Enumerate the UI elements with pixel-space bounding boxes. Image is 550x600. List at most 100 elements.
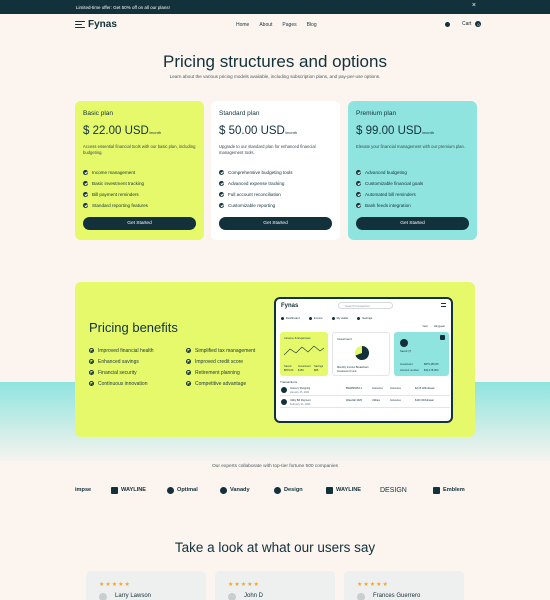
benefit-item: Enhanced savings xyxy=(89,356,154,367)
check-icon xyxy=(83,192,88,197)
cart-count-badge: 0 xyxy=(475,21,482,27)
plan-features: Comprehensive budgeting tools Advanced e… xyxy=(219,167,332,211)
benefits-list-left: Improved financial health Enhanced savin… xyxy=(89,345,154,389)
logo-icon xyxy=(75,20,85,29)
plan-name: Premium plan xyxy=(356,110,397,117)
check-icon xyxy=(89,359,94,364)
brand-name: Fynas xyxy=(88,19,117,30)
avatar xyxy=(281,399,287,405)
check-icon xyxy=(186,359,191,364)
avatar xyxy=(357,593,365,600)
period-selector: Year Hingyear xyxy=(422,324,445,328)
plan-name: Basic plan xyxy=(83,110,113,117)
optimal-icon xyxy=(167,486,174,494)
wayline-icon xyxy=(326,486,333,494)
partner-logo: Optimal xyxy=(167,484,198,496)
plan-description: Upgrade to our standard plan for enhance… xyxy=(219,144,316,155)
plan-period: /month xyxy=(284,130,298,135)
nav-link-blog[interactable]: Blog xyxy=(307,22,317,28)
partner-logos: impse WAYLINE Optimal Vanady Design WAYL… xyxy=(75,484,475,496)
check-icon xyxy=(83,181,88,186)
get-started-button[interactable]: Get Started xyxy=(219,217,332,230)
nav-link-about[interactable]: About xyxy=(259,22,272,28)
feature-item: Standard reporting features xyxy=(83,200,196,211)
check-icon xyxy=(356,170,361,175)
transaction-row: Grocery Shopping January 15, 2024 BW4856… xyxy=(280,385,450,396)
star-rating: ★★★★★ xyxy=(228,582,260,588)
income-tile: Income & Expenses Saved $879.00 Investme… xyxy=(280,332,328,376)
partner-logo: WAYLINE xyxy=(326,484,361,496)
plan-description: Access essential financial tools with ou… xyxy=(83,144,196,155)
nav-menu: Home About Pages Blog xyxy=(236,22,317,28)
feature-item: Bank feeds integration xyxy=(356,200,469,211)
partner-logo: impse xyxy=(75,487,92,493)
check-icon xyxy=(89,370,94,375)
tab-wallet: My wallet xyxy=(332,316,349,320)
emblem-icon xyxy=(433,486,440,494)
close-icon[interactable]: × xyxy=(472,2,476,9)
feature-item: Income management xyxy=(83,167,196,178)
dashboard-tabs: Dashboard Invoice My wallet Settings xyxy=(281,316,372,320)
cart-link[interactable]: Cart xyxy=(462,21,471,27)
check-icon xyxy=(83,203,88,208)
investment-pie-chart xyxy=(355,345,370,360)
feature-item: Full account reconciliation xyxy=(219,189,332,200)
benefit-item: Retirement planning xyxy=(186,367,255,378)
star-rating: ★★★★★ xyxy=(99,582,131,588)
check-icon xyxy=(186,348,191,353)
partner-logo: WAYLINE xyxy=(111,484,146,496)
user-icon[interactable] xyxy=(445,21,450,27)
check-icon xyxy=(83,170,88,175)
brand-logo[interactable]: Fynas xyxy=(75,19,117,30)
feature-item: Comprehensive budgeting tools xyxy=(219,167,332,178)
transaction-row: Utility Bill Payment February 01, 2024 W… xyxy=(280,397,450,408)
plan-price: $ 99.00 USD xyxy=(356,125,422,137)
benefit-item: Continuous innovation xyxy=(89,378,154,389)
tab-settings: Settings xyxy=(357,316,372,320)
plan-price: $ 22.00 USD xyxy=(83,125,149,137)
check-icon xyxy=(89,348,94,353)
feature-item: Bill payment reminders xyxy=(83,189,196,200)
tab-dashboard: Dashboard xyxy=(281,316,300,320)
page-subtitle: Learn about the various pricing models a… xyxy=(169,74,381,79)
announcement-text: Limited-time offer: Get 50% off on all o… xyxy=(76,4,170,10)
feature-item: Advanced budgeting xyxy=(356,167,469,178)
get-started-button[interactable]: Get Started xyxy=(83,217,196,230)
wallet-icon xyxy=(400,339,408,347)
check-icon xyxy=(356,203,361,208)
get-started-button[interactable]: Get Started xyxy=(356,217,469,230)
wallet-title: Saved (?) xyxy=(400,350,412,353)
partner-logo: Emblem xyxy=(433,484,465,496)
wayline-icon xyxy=(111,486,118,494)
check-icon xyxy=(219,192,224,197)
plan-name: Standard plan xyxy=(219,110,260,117)
partner-logo: DESIGN xyxy=(380,486,407,494)
income-title: Income & Expenses xyxy=(284,336,311,340)
feature-item: Basic investment tracking xyxy=(83,178,196,189)
check-icon xyxy=(219,203,224,208)
testimonial-card: ★★★★★ John D xyxy=(215,571,335,600)
main-navigation: Fynas Home About Pages Blog Cart 0 xyxy=(0,14,550,36)
announcement-bar: Limited-time offer: Get 50% off on all o… xyxy=(0,0,550,14)
avatar xyxy=(228,593,236,600)
investment-title: Investment xyxy=(337,337,352,341)
plan-price: $ 50.00 USD xyxy=(219,125,285,137)
dashboard-brand: Fynas xyxy=(281,303,299,309)
nav-link-home[interactable]: Home xyxy=(236,22,249,28)
vanady-icon xyxy=(220,486,227,494)
benefit-item: Simplified tax management xyxy=(186,345,255,356)
feature-item: Advanced expense tracking xyxy=(219,178,332,189)
benefits-list-right: Simplified tax management Improved credi… xyxy=(186,345,255,389)
check-icon xyxy=(89,381,94,386)
check-icon xyxy=(356,192,361,197)
benefit-item: Improved financial health xyxy=(89,345,154,356)
plan-features: Advanced budgeting Customizable financia… xyxy=(356,167,469,211)
pricing-card-standard: Standard plan $ 50.00 USD/month Upgrade … xyxy=(211,101,340,240)
benefits-title: Pricing benefits xyxy=(89,320,178,335)
income-line-chart xyxy=(284,345,324,356)
nav-link-pages[interactable]: Pages xyxy=(282,22,296,28)
plan-period: /month xyxy=(421,130,435,135)
testimonials-title: Take a look at what our users say xyxy=(174,540,376,555)
page-title: Pricing structures and options xyxy=(163,52,387,71)
benefit-item: Improved credit score xyxy=(186,356,255,367)
